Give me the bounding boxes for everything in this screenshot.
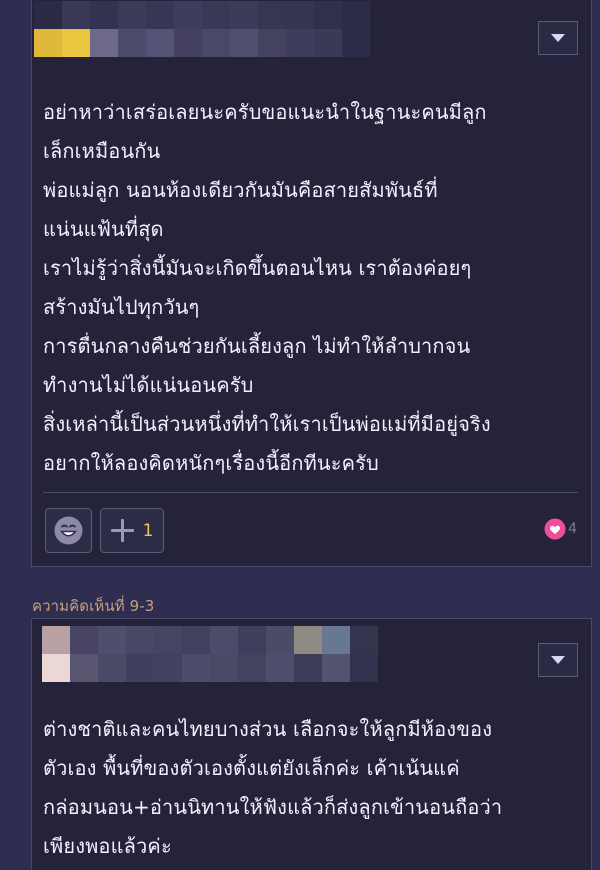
like-count: 4 [568,520,577,537]
reaction-toolbar: 1 [45,508,164,554]
smiley-face-icon [54,516,83,545]
caret-down-icon [551,656,565,664]
comment-line: อยากให้ลองคิดหนักๆเรื่องนี้อีกทีนะครับ [43,451,379,475]
comment-menu-button[interactable] [538,21,578,55]
comment-line: ต่างชาติและคนไทยบางส่วน เลือกจะให้ลูกมีห… [43,717,493,741]
plus-one-button[interactable]: 1 [100,508,164,553]
heart-icon [544,518,566,540]
comment-card: อย่าหาว่าเสร่อเลยนะครับขอแนะนำในฐานะคนมี… [31,0,592,567]
emoji-reaction-button[interactable] [45,508,92,553]
like-summary[interactable]: 4 [544,518,577,540]
blurred-avatar [42,626,378,682]
comments-page: อย่าหาว่าเสร่อเลยนะครับขอแนะนำในฐานะคนมี… [0,0,600,870]
comment-line: เล็กเหมือนกัน [43,139,161,163]
reaction-divider [43,492,578,493]
plus-icon [110,519,134,542]
comment-line: ทำงานไม่ได้แน่นอนครับ [43,373,254,397]
comment-line: พ่อแม่ลูก นอนห้องเดียวกันมันคือสายสัมพัน… [43,178,438,202]
comment-text: อย่าหาว่าเสร่อเลยนะครับขอแนะนำในฐานะคนมี… [43,93,577,483]
comment-menu-button[interactable] [538,643,578,677]
caret-down-icon [551,34,565,42]
comment-text: ต่างชาติและคนไทยบางส่วน เลือกจะให้ลูกมีห… [43,710,577,866]
comment-line: เพียงพอแล้วค่ะ [43,834,172,858]
comment-line: อย่าหาว่าเสร่อเลยนะครับขอแนะนำในฐานะคนมี… [43,100,487,124]
blurred-avatar [34,1,370,57]
comment-line: กล่อมนอน+อ่านนิทานให้ฟังแล้วก็ส่งลูกเข้า… [43,795,503,819]
comment-line: เราไม่รู้ว่าสิ่งนี้มันจะเกิดขึ้นตอนไหน เ… [43,256,472,280]
comment-line: ตัวเอง พื้นที่ของตัวเองตั้งแต่ยังเล็กค่ะ… [43,756,460,780]
comment-line: สร้างมันไปทุกวันๆ [43,295,200,319]
comment-number-label: ความคิดเห็นที่ 9-3 [32,597,155,615]
comment-line: การตื่นกลางคืนช่วยกันเลี้ยงลูก ไม่ทำให้ล… [43,334,471,358]
comment-card: ต่างชาติและคนไทยบางส่วน เลือกจะให้ลูกมีห… [31,618,592,870]
comment-line: แน่นแฟ้นที่สุด [43,217,164,241]
plus-count: 1 [142,520,154,541]
comment-line: สิ่งเหล่านี้เป็นส่วนหนึ่งที่ทำให้เราเป็น… [43,412,491,436]
